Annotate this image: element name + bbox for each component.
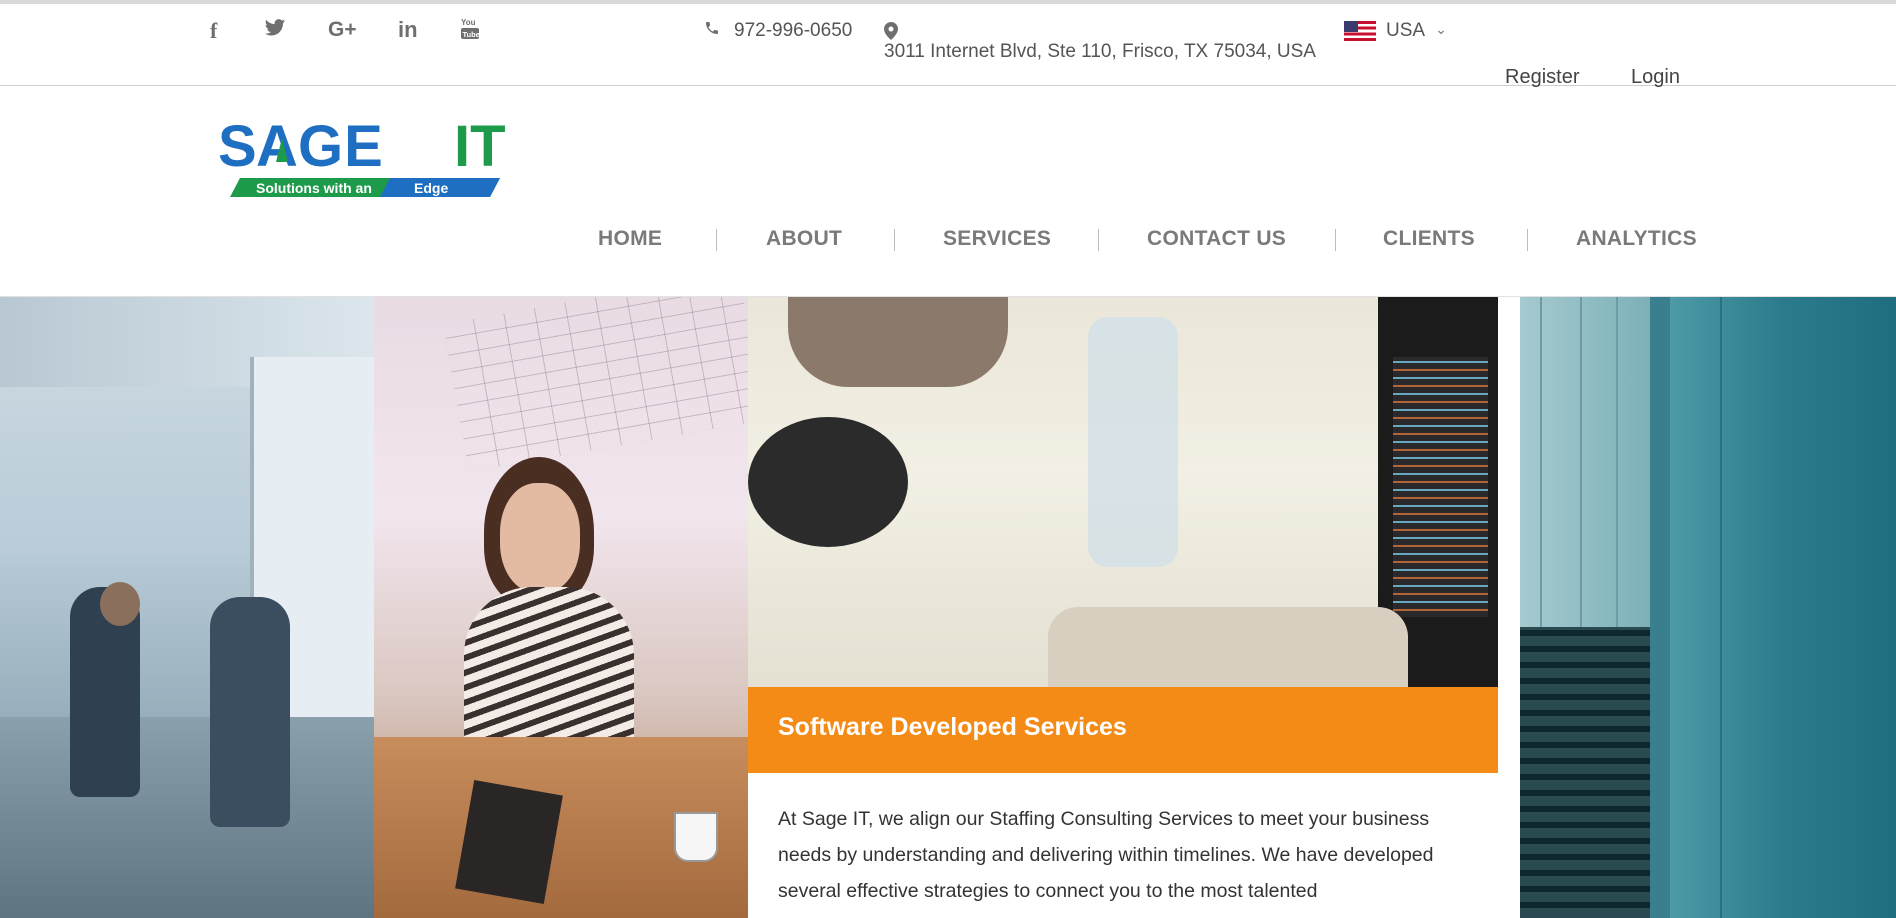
register-link[interactable]: Register <box>1505 66 1579 89</box>
nav-item-contact-us[interactable]: CONTACT US <box>1147 227 1286 251</box>
nav-item-about[interactable]: ABOUT <box>766 227 842 251</box>
svg-text:S: S <box>218 114 258 179</box>
nav-separator <box>1098 229 1099 251</box>
site-logo[interactable]: S A GE IT Solutions with an Edge <box>218 112 538 202</box>
developer-photo <box>748 297 1498 687</box>
svg-text:You: You <box>461 18 476 27</box>
svg-text:IT: IT <box>454 114 506 179</box>
chevron-down-icon: ⌄ <box>1435 20 1447 37</box>
address-block: 3011 Internet Blvd, Ste 110, Frisco, TX … <box>884 37 1316 67</box>
svg-text:Solutions with an: Solutions with an <box>256 180 372 196</box>
feature-title-bar: Software Developed Services <box>748 687 1498 773</box>
office-photo <box>0 297 374 918</box>
nav-separator <box>894 229 895 251</box>
page: f G+ in You Tube 972-996-0650 3011 Intern… <box>0 0 1896 918</box>
nav-separator <box>1335 229 1336 251</box>
hero-section: Software Developed Services At Sage IT, … <box>0 297 1896 918</box>
phone-number[interactable]: 972-996-0650 <box>734 20 852 42</box>
login-link[interactable]: Login <box>1631 66 1680 89</box>
linkedin-icon[interactable]: in <box>398 17 418 43</box>
panel-gap <box>1498 297 1520 918</box>
svg-text:GE: GE <box>298 114 384 179</box>
server-photo <box>1520 297 1896 918</box>
svg-text:A: A <box>256 114 299 179</box>
svg-text:Edge: Edge <box>414 180 448 196</box>
feature-title: Software Developed Services <box>778 713 1127 741</box>
nav-item-clients[interactable]: CLIENTS <box>1383 227 1475 251</box>
site-header: S A GE IT Solutions with an Edge HOME AB… <box>0 87 1896 297</box>
feature-body: At Sage IT, we align our Staffing Consul… <box>748 773 1498 918</box>
twitter-icon[interactable] <box>264 18 286 43</box>
nav-separator <box>716 229 717 251</box>
nav-separator <box>1527 229 1528 251</box>
feature-description: At Sage IT, we align our Staffing Consul… <box>778 808 1434 902</box>
country-selector[interactable]: USA ⌄ <box>1344 20 1447 42</box>
us-flag-icon <box>1344 21 1376 41</box>
woman-photo <box>374 297 748 918</box>
country-label: USA <box>1386 20 1426 41</box>
nav-item-home[interactable]: HOME <box>598 227 662 251</box>
address-text: 3011 Internet Blvd, Ste 110, Frisco, TX … <box>884 41 1316 62</box>
top-bar: f G+ in You Tube 972-996-0650 3011 Intern… <box>0 4 1896 89</box>
nav-item-analytics[interactable]: ANALYTICS <box>1576 227 1697 251</box>
youtube-icon[interactable]: You Tube <box>460 16 480 47</box>
svg-text:Tube: Tube <box>463 30 480 39</box>
google-plus-icon[interactable]: G+ <box>328 18 357 42</box>
phone-contact: 972-996-0650 <box>704 20 852 42</box>
phone-icon <box>704 20 720 42</box>
facebook-icon[interactable]: f <box>210 18 217 44</box>
nav-item-services[interactable]: SERVICES <box>943 227 1051 251</box>
